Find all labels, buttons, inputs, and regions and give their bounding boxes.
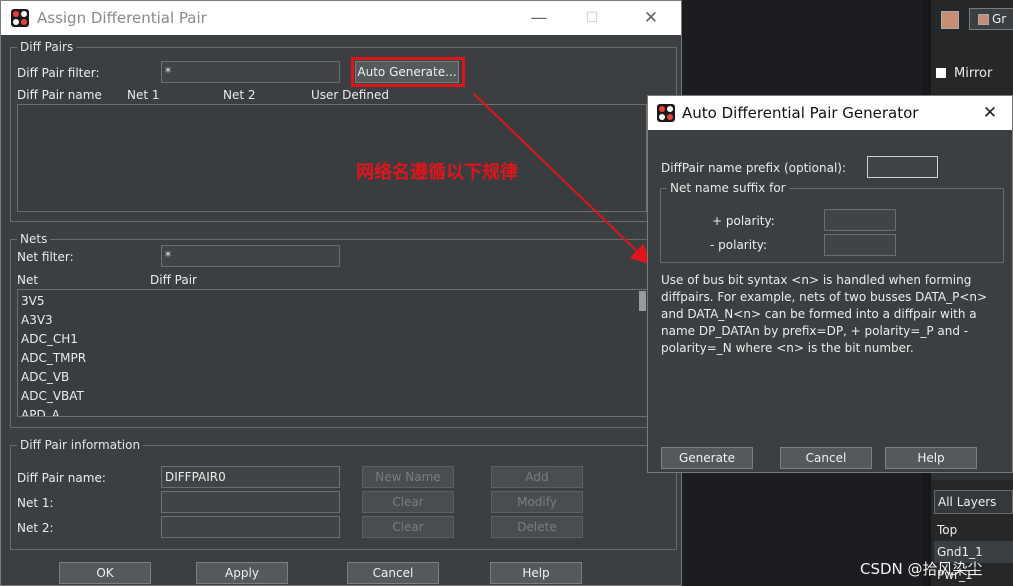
auto-help-button[interactable]: Help: [885, 447, 977, 469]
auto-diff-pair-dialog: Auto Differential Pair Generator ✕ DiffP…: [647, 95, 1013, 473]
minus-polarity-input[interactable]: [824, 234, 896, 256]
generate-button[interactable]: Generate: [661, 447, 753, 469]
auto-dialog-titlebar[interactable]: Auto Differential Pair Generator ✕: [648, 96, 1012, 130]
app-icon: [657, 104, 675, 122]
description-text: Use of bus bit syntax <n> is handled whe…: [661, 273, 988, 355]
auto-cancel-button[interactable]: Cancel: [780, 447, 872, 469]
prefix-label: DiffPair name prefix (optional):: [661, 161, 847, 175]
prefix-input[interactable]: [867, 156, 938, 178]
auto-dialog-title: Auto Differential Pair Generator: [682, 104, 919, 122]
plus-polarity-label: + polarity:: [712, 214, 775, 228]
close-icon[interactable]: ✕: [972, 100, 1008, 126]
minus-polarity-label: - polarity:: [710, 238, 768, 252]
suffix-legend: Net name suffix for: [670, 181, 786, 195]
plus-polarity-input[interactable]: [824, 209, 896, 231]
